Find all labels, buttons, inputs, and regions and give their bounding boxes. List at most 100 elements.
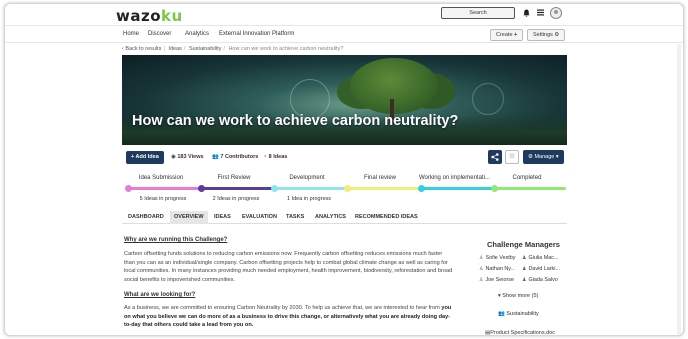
- stage-progress-bar: [492, 187, 566, 190]
- contributors-stat: 👥 7 Contributors: [212, 154, 258, 160]
- tag-sustainability[interactable]: 👥 Sustainability: [498, 311, 539, 317]
- share-icon: [491, 153, 499, 161]
- chevron-down-icon: ▾: [555, 154, 559, 160]
- user-icon: ♟: [522, 255, 527, 261]
- nav-home[interactable]: Home: [123, 31, 139, 37]
- app-window: wazoku Search Home Discover Analytics Ex…: [4, 3, 684, 336]
- views-stat: ◉ 183 Views: [171, 154, 204, 160]
- section-heading-why: Why are we running this Challenge?: [124, 237, 228, 243]
- create-button[interactable]: Create +: [490, 29, 524, 41]
- users-icon: 👥: [212, 154, 219, 160]
- why-paragraph: Carbon offsetting funds solutions to red…: [124, 251, 453, 283]
- add-idea-button[interactable]: + Add Idea: [126, 151, 164, 164]
- user-icon: ♙: [479, 255, 484, 261]
- stage-dot: [271, 185, 278, 192]
- bell-icon[interactable]: [522, 9, 531, 18]
- stage-name: Completed: [512, 175, 542, 181]
- challenge-title: How can we work to achieve carbon neutra…: [132, 113, 459, 129]
- page-scrollbar[interactable]: [677, 44, 681, 334]
- chevron-left-icon: ‹: [122, 46, 124, 52]
- stage-3[interactable]: Development 1 Idea in progress: [271, 175, 346, 202]
- gear-icon: ⚙: [528, 154, 533, 160]
- manager-item[interactable]: ♙ Joe Seiorse: [479, 277, 514, 283]
- main-nav: Home Discover Analytics External Innovat…: [5, 25, 683, 43]
- nav-analytics[interactable]: Analytics: [185, 31, 209, 37]
- tab-analytics[interactable]: ANALYTICS: [311, 211, 350, 224]
- manager-item[interactable]: ♟ Giulia Mac...: [522, 255, 558, 261]
- lightbulb-icon: ♀: [263, 154, 268, 160]
- attachment-link[interactable]: ▤Product Specifications.doc: [485, 330, 556, 336]
- stage-idea-count: 5 Ideas in progress: [139, 196, 187, 202]
- stage-6[interactable]: Completed: [491, 175, 566, 192]
- stage-1[interactable]: Idea Submission 5 Ideas in progress: [125, 175, 200, 202]
- tab-ideas[interactable]: IDEAS: [210, 211, 235, 224]
- manage-label: Manage: [534, 154, 555, 160]
- back-to-results-link[interactable]: Back to results: [125, 46, 161, 52]
- top-bar: wazoku Search: [5, 4, 683, 26]
- breadcrumb-ideas[interactable]: Ideas: [168, 46, 181, 52]
- tag-label: Sustainability: [506, 311, 539, 317]
- section-heading-what: What are we looking for?: [124, 292, 196, 298]
- nav-discover[interactable]: Discover: [148, 31, 171, 37]
- tab-overview[interactable]: OVERVIEW: [170, 211, 208, 224]
- user-icon: ♟: [522, 277, 527, 283]
- ideas-stat: ♀ 8 Ideas: [263, 154, 287, 160]
- stage-name: Development: [289, 175, 325, 181]
- contributors-count: 7 Contributors: [220, 154, 259, 160]
- views-count: 183 Views: [177, 154, 204, 160]
- tab-recommended-ideas[interactable]: RECOMMENDED IDEAS: [351, 211, 422, 224]
- manager-item[interactable]: ♙ Sofie Vestby: [479, 255, 515, 261]
- tree-foliage: [350, 58, 438, 114]
- star-icon: ☆: [508, 153, 516, 160]
- user-avatar[interactable]: [550, 7, 562, 19]
- search-input[interactable]: Search: [441, 7, 515, 19]
- manage-button[interactable]: ⚙ Manage ▾: [523, 150, 564, 164]
- stage-idea-count: 1 Idea in progress: [286, 196, 332, 202]
- stage-name: Idea Submission: [138, 175, 184, 181]
- tab-tasks[interactable]: TASKS: [282, 211, 308, 224]
- share-button[interactable]: [488, 150, 502, 164]
- tab-bar: DASHBOARD OVERVIEW IDEAS EVALUATION TASK…: [122, 211, 567, 224]
- settings-button[interactable]: Settings ⚙: [527, 29, 566, 41]
- challenge-managers-heading: Challenge Managers: [487, 240, 560, 249]
- show-more-label: Show more (5): [502, 293, 539, 299]
- user-icon: ♟: [522, 266, 527, 272]
- users-icon: 👥: [498, 311, 505, 317]
- user-icon: ♙: [479, 266, 484, 272]
- create-label: Create: [496, 32, 513, 38]
- add-idea-label: Add Idea: [135, 154, 159, 160]
- stage-name: First Review: [217, 175, 251, 181]
- show-more-managers[interactable]: ▾ Show more (5): [498, 293, 538, 299]
- manager-item[interactable]: ♟ Giada Salvo: [522, 277, 558, 283]
- breadcrumb-sustainability[interactable]: Sustainability: [189, 46, 221, 52]
- tab-evaluation[interactable]: EVALUATION: [238, 211, 281, 224]
- nav-external-innovation-platform[interactable]: External Innovation Platform: [219, 31, 294, 37]
- gear-icon: ⚙: [554, 32, 560, 38]
- breadcrumb: ‹ Back to results | Ideas / Sustainability…: [122, 46, 344, 52]
- stage-2[interactable]: First Review 2 Ideas in progress: [198, 175, 273, 202]
- manager-name: Nathan Ny...: [485, 266, 516, 272]
- wazoku-logo[interactable]: wazoku: [116, 7, 183, 25]
- logo-text: wazo: [116, 7, 162, 25]
- ideas-count: 8 Ideas: [268, 154, 288, 160]
- tab-dashboard[interactable]: DASHBOARD: [124, 211, 168, 224]
- plus-icon: +: [514, 32, 518, 38]
- chevron-down-icon: ▾: [498, 293, 501, 299]
- eye-icon: ◉: [171, 154, 176, 160]
- favourite-button[interactable]: ☆: [505, 150, 519, 164]
- stage-dot: [491, 185, 498, 192]
- stage-name: Final review: [363, 175, 396, 181]
- manager-name: David Larki...: [528, 266, 560, 272]
- stage-5[interactable]: Working on implementati...: [418, 175, 493, 192]
- stage-dot: [198, 185, 205, 192]
- list-icon[interactable]: [536, 9, 545, 18]
- settings-label: Settings: [533, 32, 553, 38]
- breadcrumb-current: How can we work to achieve carbon neutra…: [228, 46, 344, 52]
- attachment-label: Product Specifications.doc: [490, 330, 556, 336]
- manager-item[interactable]: ♟ David Larki...: [522, 266, 560, 272]
- stage-idea-count: 2 Ideas in progress: [212, 196, 260, 202]
- logo-accent-text: ku: [161, 7, 183, 25]
- stage-progress-bar: [126, 187, 200, 190]
- stage-4[interactable]: Final review: [344, 175, 419, 192]
- manager-item[interactable]: ♙ Nathan Ny...: [479, 266, 515, 272]
